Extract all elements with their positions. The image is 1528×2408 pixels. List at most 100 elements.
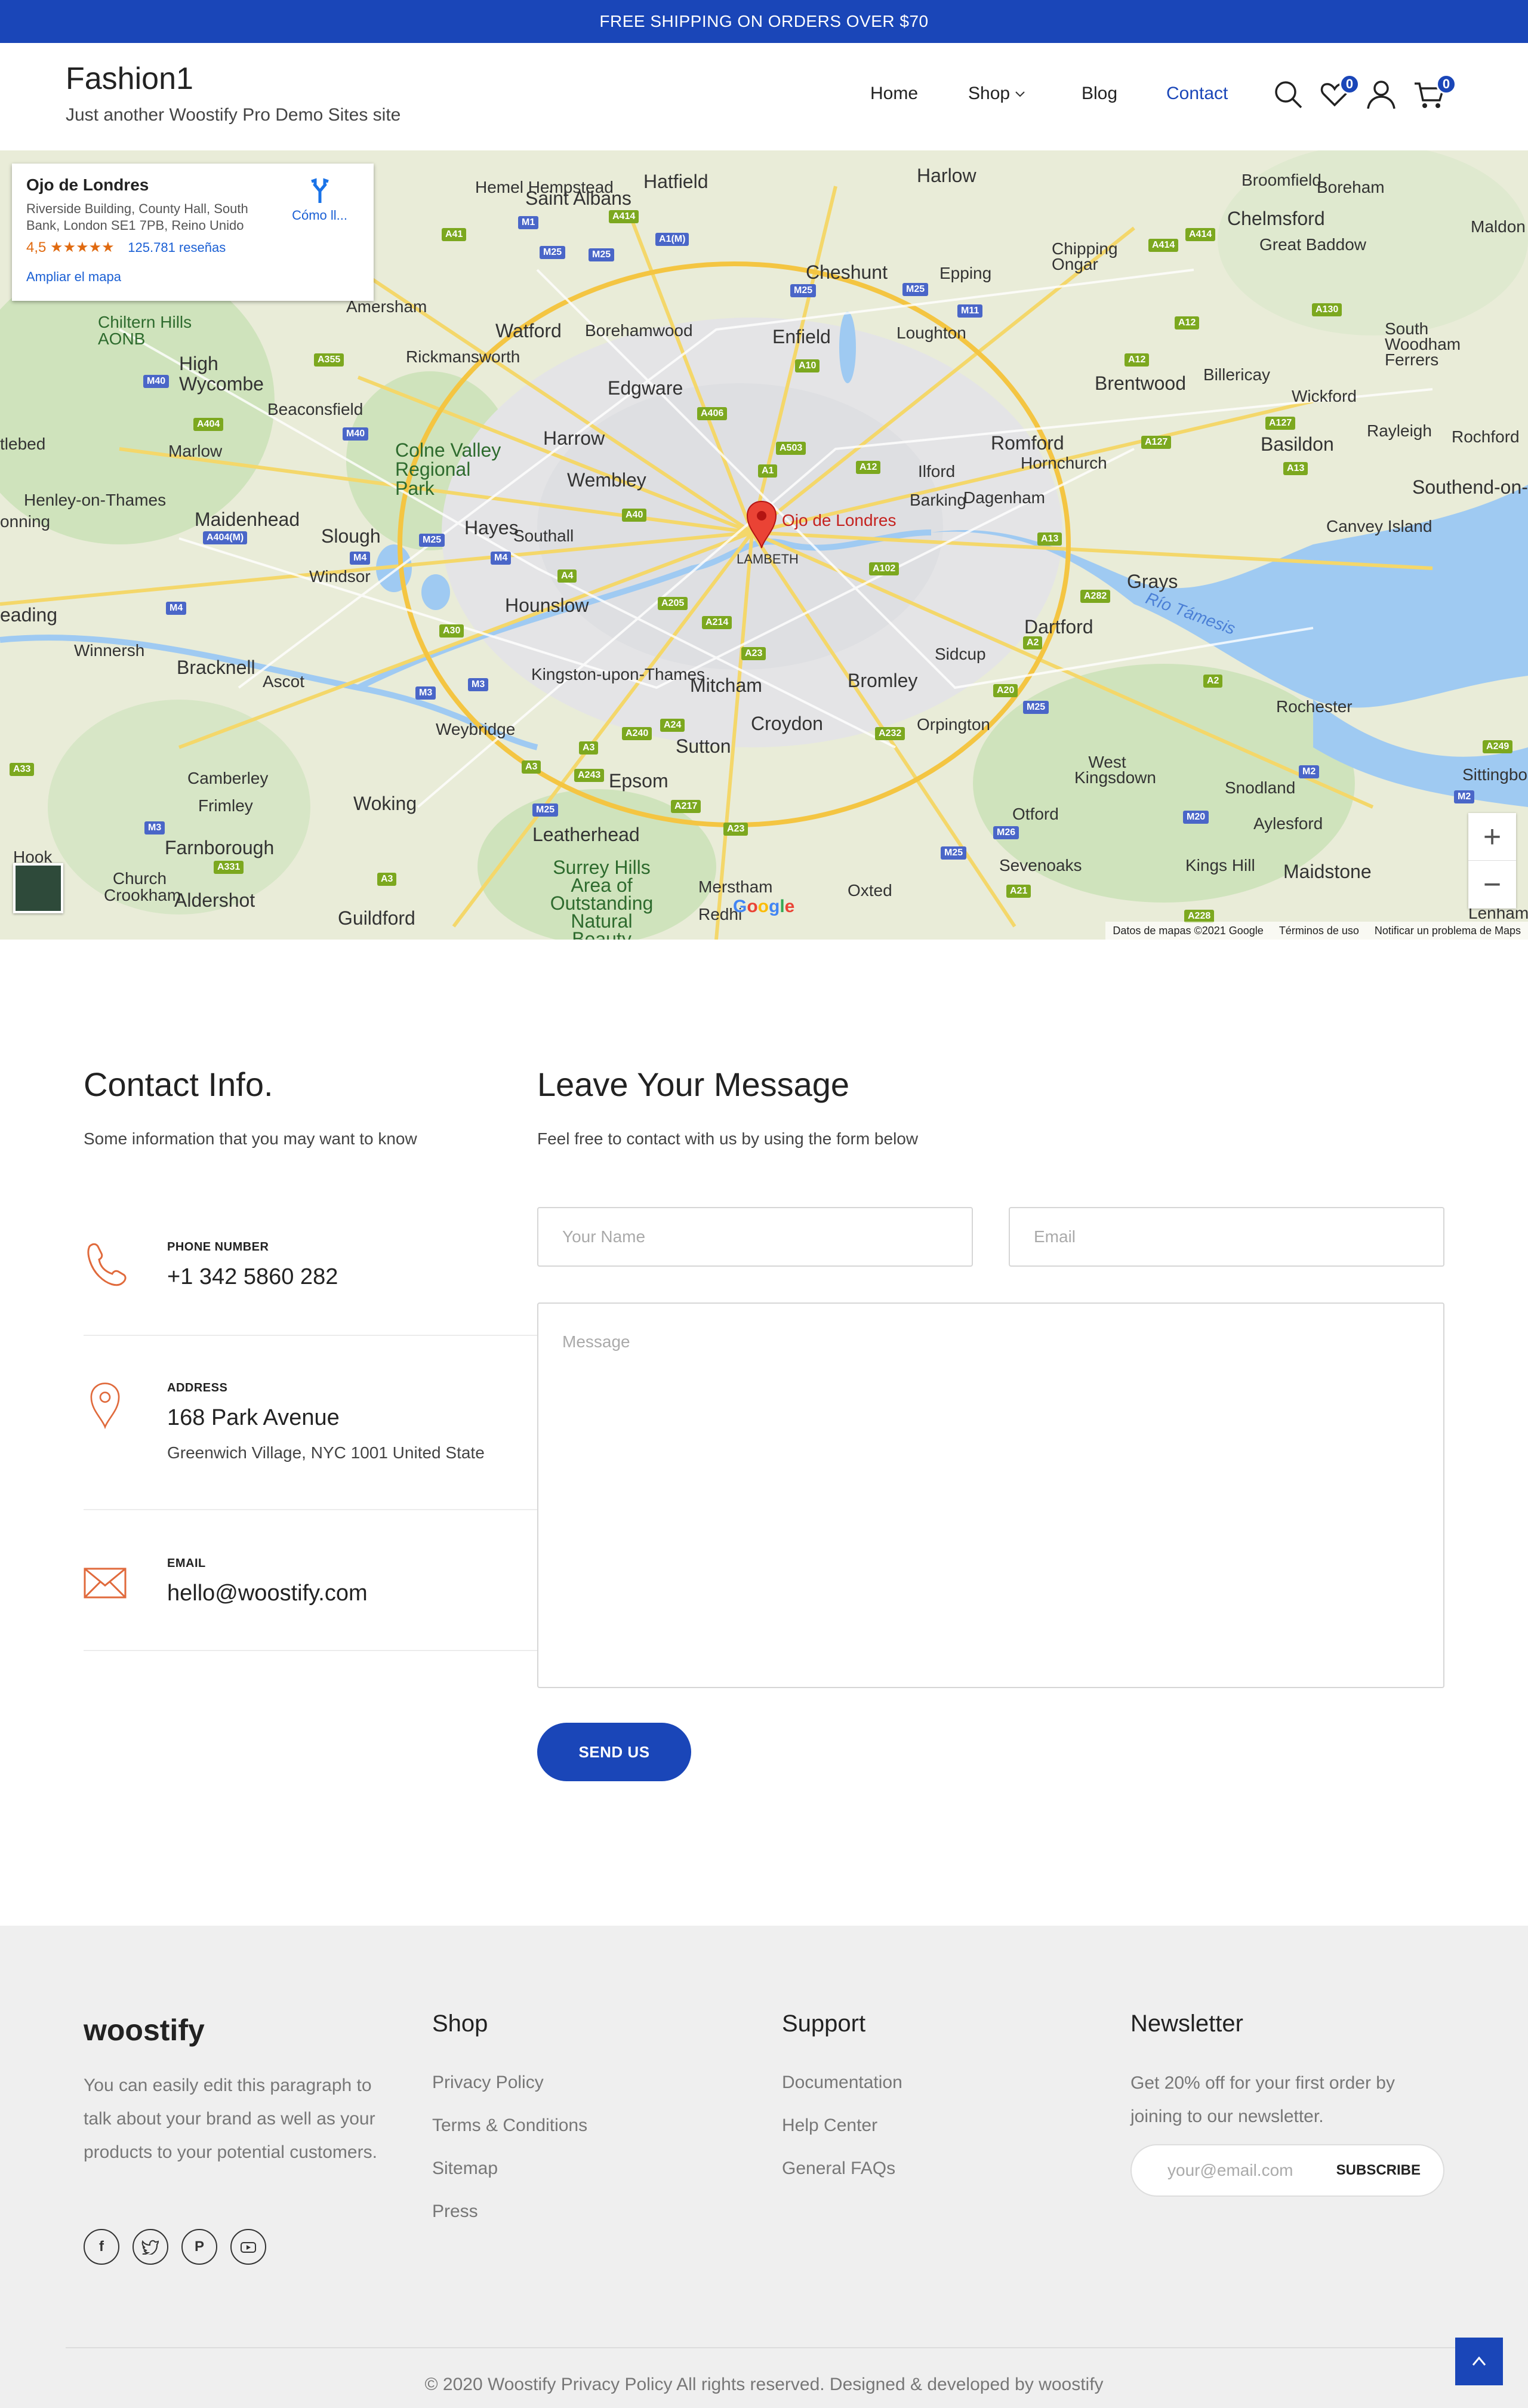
- wishlist-button[interactable]: 0: [1318, 74, 1360, 111]
- map-place: tlebed: [0, 435, 46, 453]
- map-place: Sidcup: [935, 645, 986, 663]
- map-place: Hounslow: [505, 595, 589, 616]
- map-place: Saint Albans: [525, 187, 631, 209]
- nav-blog[interactable]: Blog: [1082, 84, 1117, 104]
- footer-link[interactable]: Help Center: [782, 2116, 902, 2158]
- road-label: A40: [622, 509, 647, 522]
- footer-link[interactable]: Press: [432, 2201, 587, 2244]
- cart-button[interactable]: 0: [1412, 74, 1456, 111]
- facebook-icon[interactable]: f: [84, 2229, 119, 2265]
- road-label: A414: [1185, 228, 1216, 241]
- map-place: Maidenhead: [195, 509, 300, 530]
- map-place: Boreham: [1317, 178, 1385, 196]
- road-label: A282: [1080, 590, 1111, 603]
- road-label: M40: [343, 427, 369, 441]
- enlarge-map-link[interactable]: Ampliar el mapa: [26, 269, 359, 285]
- road-label: M25: [540, 246, 566, 259]
- map-place: Great Baddow: [1259, 235, 1366, 254]
- road-label: A3: [522, 760, 541, 774]
- cart-count-badge: 0: [1436, 74, 1456, 94]
- nav-shop[interactable]: Shop: [968, 84, 1027, 104]
- road-label: A228: [1184, 910, 1215, 923]
- map-place: Hatfield: [643, 171, 708, 192]
- map-pin-label: Ojo de Londres: [782, 511, 897, 529]
- youtube-icon[interactable]: [230, 2229, 266, 2265]
- road-label: A13: [1037, 532, 1062, 546]
- map-place: West Kingsdown: [1074, 753, 1156, 787]
- email-info: EMAIL hello@woostify.com: [84, 1557, 537, 1628]
- search-icon[interactable]: [1271, 78, 1305, 111]
- map-place: Maidstone: [1283, 861, 1372, 882]
- google-map[interactable]: Hemel Hempstead Saint Albans Hatfield Ha…: [0, 150, 1528, 940]
- phone-value[interactable]: +1 342 5860 282: [167, 1264, 338, 1290]
- map-place: Rayleigh: [1367, 421, 1432, 440]
- map-report-link[interactable]: Notificar un problema de Maps: [1375, 925, 1521, 937]
- map-place: Chipping Ongar: [1052, 239, 1118, 273]
- subscribe-button[interactable]: SUBSCRIBE: [1336, 2162, 1421, 2179]
- road-label: A24: [660, 719, 685, 732]
- back-to-top-button[interactable]: [1455, 2338, 1503, 2385]
- map-data-credit: Datos de mapas ©2021 Google: [1113, 924, 1264, 937]
- map-place: Broomfield: [1242, 171, 1321, 189]
- footer-link[interactable]: Sitemap: [432, 2158, 587, 2201]
- footer-link[interactable]: General FAQs: [782, 2158, 902, 2201]
- site-name[interactable]: Fashion1: [66, 61, 401, 97]
- send-button[interactable]: SEND US: [537, 1723, 691, 1781]
- footer-logo[interactable]: woostify: [84, 2013, 205, 2047]
- map-place: Enfield: [772, 326, 831, 347]
- satellite-toggle[interactable]: [13, 863, 63, 913]
- road-label: M40: [143, 375, 170, 388]
- map-place: Billericay: [1203, 365, 1271, 384]
- road-label: M4: [166, 602, 187, 615]
- map-place: Marlow: [168, 442, 223, 460]
- map-place: Croydon: [751, 713, 823, 734]
- rating-value: 4,5: [26, 239, 47, 255]
- map-place: Camberley: [187, 769, 269, 787]
- map-place: Frimley: [198, 796, 253, 815]
- nav-contact[interactable]: Contact: [1166, 84, 1228, 104]
- newsletter-email-input[interactable]: your@email.com: [1167, 2161, 1293, 2180]
- road-label: M26: [993, 826, 1019, 839]
- road-label: A30: [439, 624, 464, 638]
- map-place: Farnborough: [165, 837, 275, 858]
- divider: [84, 1650, 537, 1651]
- twitter-icon[interactable]: [133, 2229, 168, 2265]
- place-address: Riverside Building, County Hall, South B…: [26, 201, 248, 233]
- map-place: LAMBETH: [737, 552, 799, 566]
- road-label: M4: [350, 552, 371, 565]
- map-place: South Woodham Ferrers: [1385, 319, 1461, 369]
- road-label: A331: [214, 861, 244, 874]
- map-place: Weybridge: [436, 720, 516, 738]
- footer-link[interactable]: Documentation: [782, 2073, 902, 2116]
- map-place: Orpington: [917, 715, 990, 734]
- zoom-in-button[interactable]: +: [1468, 813, 1516, 861]
- zoom-out-button[interactable]: −: [1468, 861, 1516, 909]
- road-label: A12: [1125, 353, 1150, 367]
- footer-link[interactable]: Privacy Policy: [432, 2073, 587, 2116]
- contact-info-title: Contact Info.: [84, 1066, 273, 1103]
- map-pin-icon[interactable]: [745, 499, 778, 549]
- message-field[interactable]: Message: [537, 1302, 1444, 1688]
- pinterest-icon[interactable]: P: [181, 2229, 217, 2265]
- contact-info-subtitle: Some information that you may want to kn…: [84, 1129, 417, 1148]
- footer-newsletter-title: Newsletter: [1130, 2010, 1243, 2037]
- newsletter-description: Get 20% off for your first order by join…: [1130, 2073, 1395, 2126]
- map-place: Guildford: [338, 907, 415, 929]
- footer-link[interactable]: Terms & Conditions: [432, 2116, 587, 2158]
- map-place: Kings Hill: [1185, 856, 1255, 874]
- nav-home[interactable]: Home: [870, 84, 918, 104]
- road-label: A404: [193, 418, 224, 431]
- map-place: Otford: [1012, 805, 1059, 823]
- name-field[interactable]: Your Name: [537, 1207, 973, 1267]
- nav-shop-label: Shop: [968, 84, 1011, 103]
- map-terms-link[interactable]: Términos de uso: [1279, 925, 1359, 937]
- address-info: ADDRESS 168 Park Avenue Greenwich Villag…: [84, 1381, 537, 1477]
- reviews-link[interactable]: 125.781 reseñas: [128, 240, 226, 255]
- email-value[interactable]: hello@woostify.com: [167, 1581, 368, 1606]
- email-field[interactable]: Email: [1009, 1207, 1444, 1267]
- road-label: M4: [491, 552, 512, 565]
- newsletter-form: your@email.com SUBSCRIBE: [1130, 2144, 1444, 2197]
- map-place: Winnersh: [74, 641, 145, 660]
- account-icon[interactable]: [1364, 78, 1398, 111]
- directions-button[interactable]: Cómo ll...: [292, 178, 347, 223]
